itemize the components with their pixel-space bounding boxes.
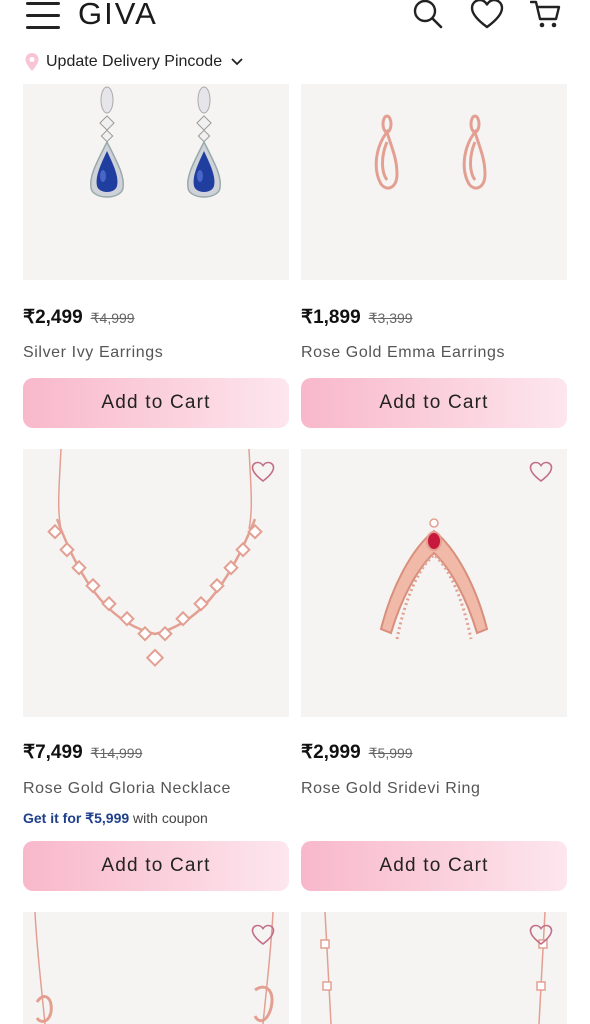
add-to-cart-label: Add to Cart [101,392,211,413]
product-image[interactable] [301,84,567,280]
sale-price: ₹2,499 [23,307,83,328]
location-pin-icon [25,53,39,71]
product-name[interactable]: Rose Gold Gloria Necklace [23,780,231,798]
add-to-cart-button[interactable]: Add to Cart [23,841,289,891]
product-name[interactable]: Rose Gold Sridevi Ring [301,780,481,798]
chevron-down-icon [231,58,243,66]
top-header: GIVA Update Delivery Pincode [0,0,590,84]
search-icon[interactable] [412,0,444,30]
product-name[interactable]: Silver Ivy Earrings [23,344,163,362]
add-to-cart-button[interactable]: Add to Cart [23,378,289,428]
product-card[interactable]: ₹7,499 ₹14,999 Rose Gold Gloria Necklace… [23,449,289,893]
add-to-cart-label: Add to Cart [101,855,211,876]
product-card[interactable]: ₹1,899 ₹3,399 Rose Gold Emma Earrings Ad… [301,84,567,430]
original-price: ₹3,399 [368,310,413,326]
product-image[interactable] [23,449,289,717]
price-row: ₹1,899 ₹3,399 [301,306,413,329]
sale-price: ₹1,899 [301,307,361,328]
original-price: ₹14,999 [90,745,143,761]
product-image[interactable] [23,84,289,280]
wishlist-heart-icon[interactable] [529,461,553,483]
wishlist-heart-icon[interactable] [251,924,275,946]
price-row: ₹7,499 ₹14,999 [23,741,142,764]
coupon-price: Get it for ₹5,999 [23,810,130,826]
product-card[interactable] [23,912,289,1024]
add-to-cart-label: Add to Cart [379,392,489,413]
update-pincode-button[interactable]: Update Delivery Pincode [24,50,244,74]
product-card[interactable]: ₹2,999 ₹5,999 Rose Gold Sridevi Ring Add… [301,449,567,893]
cart-icon[interactable] [530,0,562,30]
coupon-offer: Get it for ₹5,999 with coupon [23,810,208,827]
coupon-suffix: with coupon [129,810,208,826]
pincode-label: Update Delivery Pincode [46,53,223,70]
wishlist-heart-icon[interactable] [251,461,275,483]
original-price: ₹5,999 [368,745,413,761]
add-to-cart-label: Add to Cart [379,855,489,876]
add-to-cart-button[interactable]: Add to Cart [301,378,567,428]
product-card[interactable] [301,912,567,1024]
product-name[interactable]: Rose Gold Emma Earrings [301,344,505,362]
heart-icon[interactable] [470,0,504,30]
price-row: ₹2,499 ₹4,999 [23,306,135,329]
product-card[interactable]: ₹2,499 ₹4,999 Silver Ivy Earrings Add to… [23,84,289,430]
product-image[interactable] [301,449,567,717]
add-to-cart-button[interactable]: Add to Cart [301,841,567,891]
wishlist-heart-icon[interactable] [529,924,553,946]
sale-price: ₹2,999 [301,742,361,763]
original-price: ₹4,999 [90,310,135,326]
menu-icon[interactable] [26,2,60,30]
price-row: ₹2,999 ₹5,999 [301,741,413,764]
product-image[interactable] [301,912,567,1024]
sale-price: ₹7,499 [23,742,83,763]
giva-logo[interactable]: GIVA [78,0,158,32]
product-image[interactable] [23,912,289,1024]
